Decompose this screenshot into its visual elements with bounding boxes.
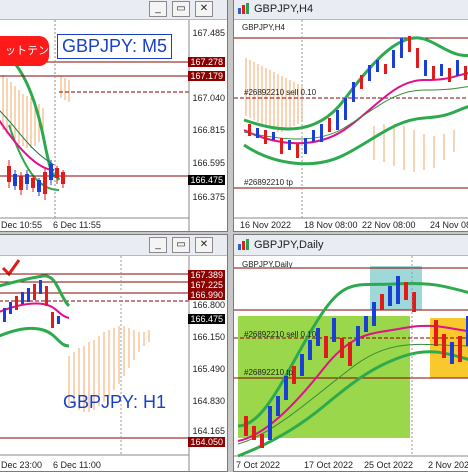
price-tick: 166.815 bbox=[192, 125, 225, 135]
window-title: GBPJPY,H4 bbox=[254, 3, 314, 15]
title-bar[interactable]: GBPJPY,Daily bbox=[234, 235, 468, 256]
title-bar[interactable]: _ ▭ ✕ bbox=[0, 235, 227, 256]
price-level: 167.225 bbox=[188, 280, 225, 290]
time-label: 24 Nov 08 bbox=[430, 220, 468, 230]
signal-badge: ットテン bbox=[0, 36, 49, 66]
chart-header: GBPJPY,Daily bbox=[242, 260, 293, 269]
price-tick: 165.490 bbox=[192, 364, 225, 374]
title-bar[interactable]: GBPJPY,H4 bbox=[234, 0, 468, 20]
time-label: 7 Oct 2022 bbox=[236, 460, 281, 470]
price-tick: 167.485 bbox=[192, 28, 225, 38]
price-level: 167.278 bbox=[188, 57, 225, 67]
window-m5[interactable]: _ ▭ ✕ ットテン GBPJPY: M5 167.485 167.278 16… bbox=[0, 0, 228, 232]
restore-button[interactable]: ▭ bbox=[172, 1, 190, 17]
chart-m5[interactable]: ットテン GBPJPY: M5 167.485 167.278 167.179 … bbox=[0, 20, 227, 231]
time-label: 17 Oct 2022 bbox=[304, 460, 354, 470]
time-label: 6 Dec 11:00 bbox=[53, 460, 101, 470]
close-button[interactable]: ✕ bbox=[195, 237, 213, 253]
order-annotation: #26892210 tp bbox=[244, 368, 293, 377]
time-label: Dec 23:00 bbox=[1, 460, 43, 470]
order-annotation: #26892210 sell 0.10 bbox=[244, 330, 317, 339]
window-h4[interactable]: GBPJPY,H4 GBPJPY,H4 #26892210 sell 0.10 … bbox=[233, 0, 468, 232]
order-annotation: #26892210 tp bbox=[244, 178, 293, 187]
price-tick: 164.830 bbox=[192, 396, 225, 406]
chart-h4[interactable]: GBPJPY,H4 #26892210 sell 0.10 #26892210 … bbox=[234, 20, 468, 231]
current-price: 166.475 bbox=[188, 175, 225, 185]
price-level: 167.179 bbox=[188, 71, 225, 81]
price-tick: 166.800 bbox=[192, 300, 225, 310]
chart-app-icon bbox=[238, 3, 249, 14]
minimize-button[interactable]: _ bbox=[149, 1, 167, 17]
window-title: GBPJPY,Daily bbox=[254, 239, 324, 251]
window-h1[interactable]: _ ▭ ✕ GBPJPY: H1 167.389 167.225 166.990… bbox=[0, 234, 228, 472]
time-label: 22 Nov 08:00 bbox=[362, 220, 416, 230]
chart-header: GBPJPY,H4 bbox=[242, 23, 285, 32]
title-bar[interactable]: _ ▭ ✕ bbox=[0, 0, 227, 20]
restore-button[interactable]: ▭ bbox=[172, 237, 190, 253]
time-label: 6 Dec 11:55 bbox=[53, 220, 101, 230]
current-price: 166.475 bbox=[188, 314, 225, 324]
chart-daily[interactable]: GBPJPY,Daily #26892210 sell 0.10 #268922… bbox=[234, 256, 468, 471]
time-label: 2 Nov 2022 bbox=[428, 460, 468, 470]
window-daily[interactable]: GBPJPY,Daily GBPJPY,Daily #26892210 sell… bbox=[233, 234, 468, 472]
chart-daily-plot bbox=[234, 256, 468, 458]
price-tick: 166.595 bbox=[192, 158, 225, 168]
time-label: 18 Nov 08:00 bbox=[304, 220, 358, 230]
time-label: 16 Nov 2022 bbox=[240, 220, 292, 230]
chart-h4-plot bbox=[234, 20, 468, 219]
price-level: 166.990 bbox=[188, 290, 225, 300]
time-label: 25 Oct 2022 bbox=[364, 460, 414, 470]
price-tick: 164.165 bbox=[192, 426, 225, 436]
price-level: 164.050 bbox=[188, 437, 225, 447]
symbol-label: GBPJPY: M5 bbox=[57, 34, 173, 59]
chart-app-icon bbox=[238, 239, 249, 250]
price-tick: 167.040 bbox=[192, 93, 225, 103]
minimize-button[interactable]: _ bbox=[149, 237, 167, 253]
chart-h1[interactable]: GBPJPY: H1 167.389 167.225 166.990 166.8… bbox=[0, 256, 227, 471]
order-annotation: #26892210 sell 0.10 bbox=[244, 88, 317, 97]
price-tick: 166.150 bbox=[192, 332, 225, 342]
price-level: 167.389 bbox=[188, 270, 225, 280]
symbol-label: GBPJPY: H1 bbox=[63, 392, 167, 412]
time-label: Dec 10:55 bbox=[1, 220, 43, 230]
price-tick: 166.375 bbox=[192, 192, 225, 202]
close-button[interactable]: ✕ bbox=[195, 1, 213, 17]
